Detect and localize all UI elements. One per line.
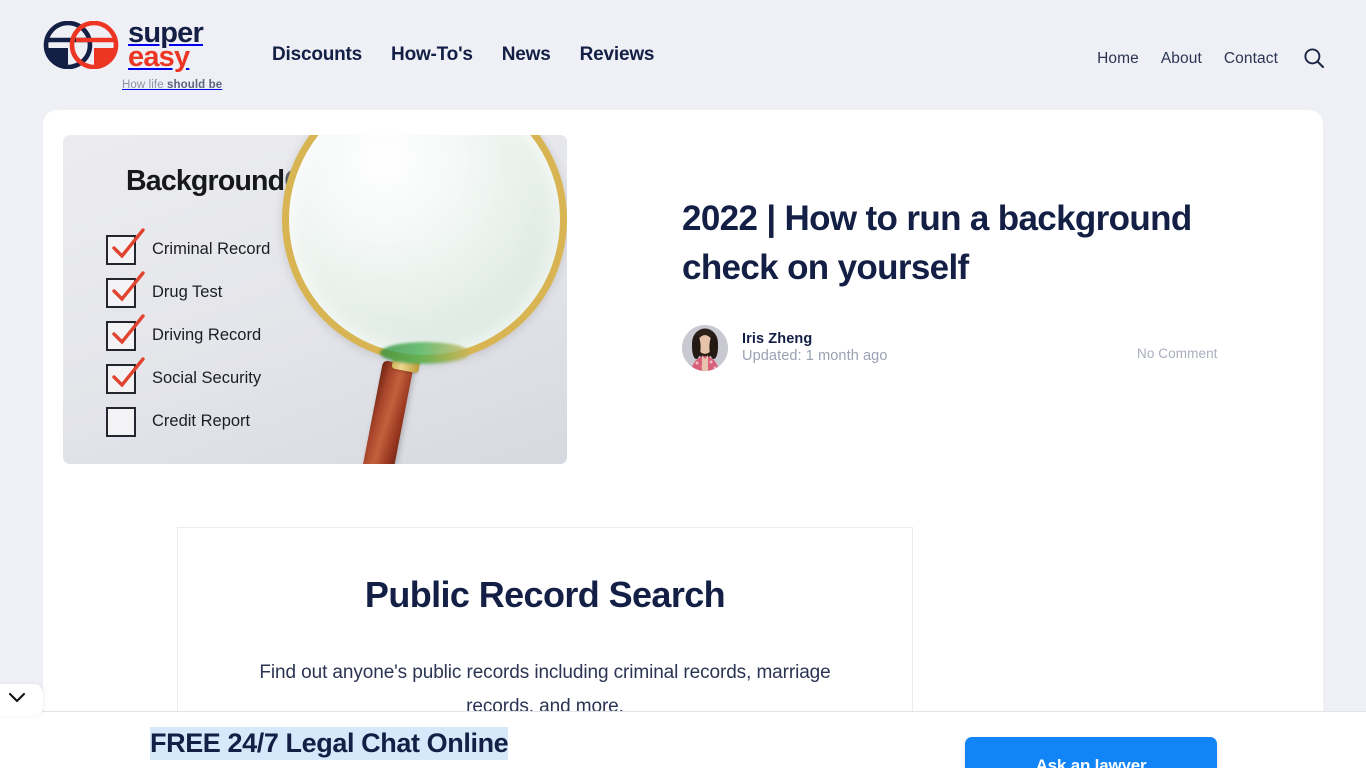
article-header-region: BackgroundCheck Criminal Record [43,110,1323,505]
page-title: 2022 | How to run a background check on … [682,199,1192,287]
check-mark-icon [112,270,145,302]
brand-tagline: How life should be [122,79,272,91]
byline: Iris Zheng Updated: 1 month ago No Comme… [682,325,1282,372]
checkbox-checked [106,313,145,351]
article-hero-image: BackgroundCheck Criminal Record [63,135,567,464]
article-content-card: BackgroundCheck Criminal Record [43,110,1323,711]
byline-text: Iris Zheng Updated: 1 month ago [742,331,888,365]
chevron-down-icon [7,691,27,709]
hero-checklist-label: Criminal Record [152,240,271,258]
avatar [682,325,728,372]
updated-timestamp: Updated: 1 month ago [742,348,888,365]
checkbox-checked [106,227,145,265]
tagline-bold: should be [167,78,223,91]
hero-checklist-label: Driving Record [152,326,262,344]
nav-item-news[interactable]: News [502,44,551,66]
hero-checklist-label: Social Security [152,369,262,387]
author-name-link[interactable]: Iris Zheng [742,331,888,347]
nav-item-reviews[interactable]: Reviews [580,44,655,66]
check-mark-icon [112,356,145,388]
super-easy-ee-logo-icon [42,20,120,69]
comment-count: No Comment [1137,346,1218,362]
checkbox-checked [106,356,145,394]
tagline-regular: How life [122,78,167,91]
hero-checklist-label: Drug Test [152,283,223,301]
nav-item-home[interactable]: Home [1097,50,1139,68]
brand-row: super easy [42,18,272,74]
site-header: super easy How life should be Discounts … [0,0,1366,110]
search-button[interactable] [1302,47,1326,71]
author-avatar [682,325,728,372]
brand-wordmark: super easy [128,18,204,74]
hero-title-front: Background [126,165,285,197]
ad-headline: FREE 24/7 Legal Chat Online [150,727,509,760]
promo-subtitle: Find out anyone's public records includi… [259,662,831,711]
utility-navigation: Home About Contact [1097,47,1326,71]
nav-item-discounts[interactable]: Discounts [272,44,362,66]
sidebar-collapse-toggle[interactable] [0,684,43,716]
primary-navigation: Discounts How-To's News Reviews [272,44,654,66]
site-logo-link[interactable]: super easy How life should be [42,18,272,100]
nav-item-about[interactable]: About [1161,50,1202,68]
promo-title: Public Record Search [364,574,726,615]
search-icon [1303,47,1325,72]
article-head: 2022 | How to run a background check on … [682,195,1282,372]
public-record-search-box: Public Record Search Find out anyone's p… [177,527,913,711]
nav-item-contact[interactable]: Contact [1224,50,1278,68]
checkbox-checked [106,270,145,308]
checkbox-unchecked [106,406,136,437]
hero-checklist-label: Credit Report [152,412,251,430]
ask-a-lawyer-button[interactable]: Ask an lawyer [965,737,1217,768]
check-mark-icon [112,313,145,345]
brand-word-easy: easy [128,41,190,74]
nav-item-how-tos[interactable]: How-To's [391,44,473,66]
check-mark-icon [112,227,145,259]
